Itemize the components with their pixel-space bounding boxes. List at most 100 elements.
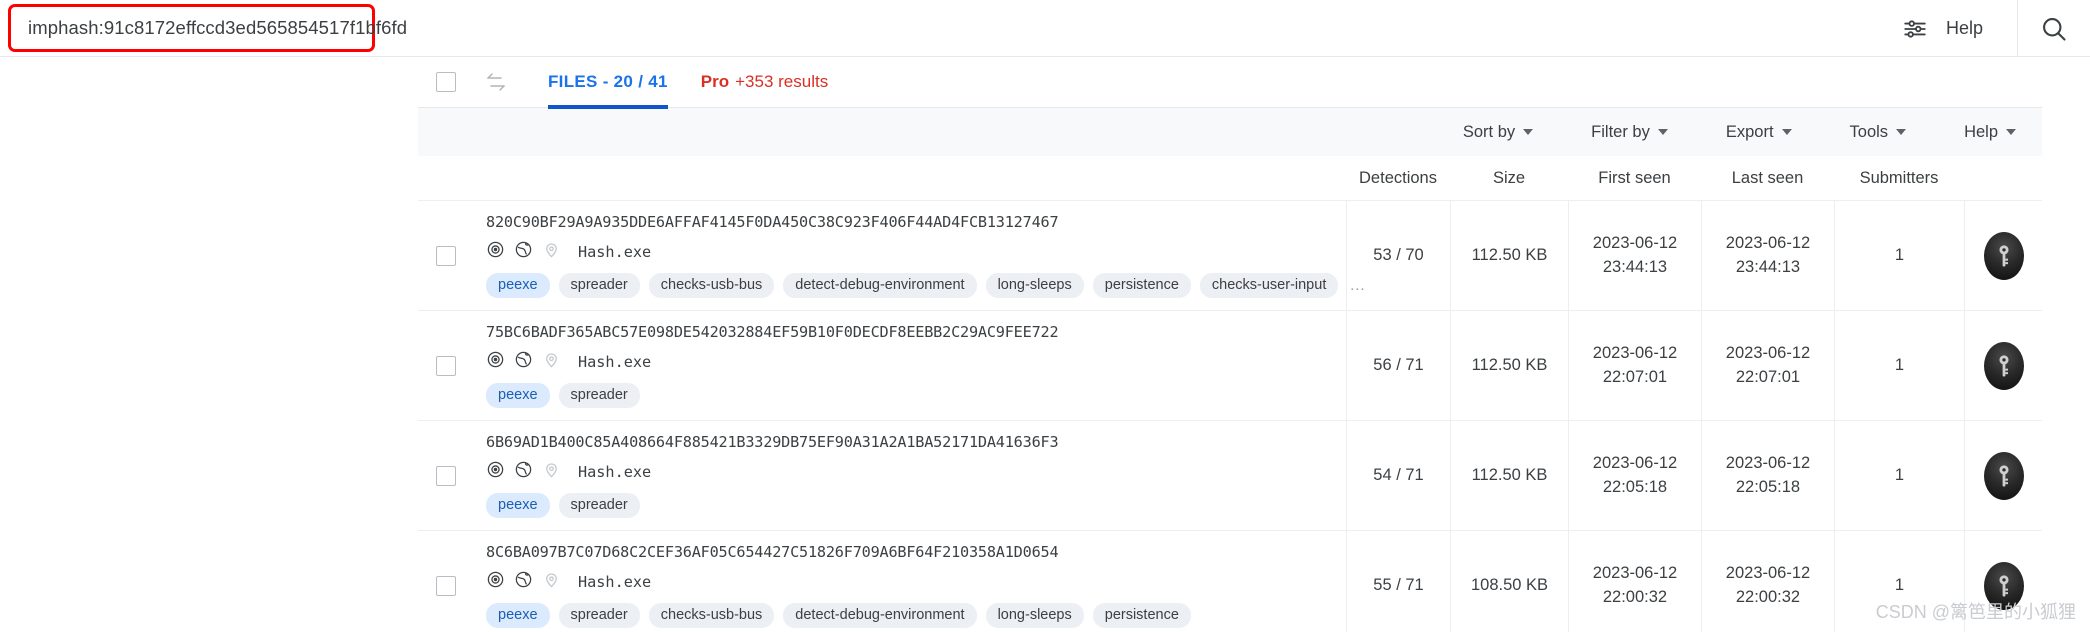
tools-label: Tools xyxy=(1849,122,1889,141)
row-checkbox[interactable] xyxy=(436,465,456,486)
tag-item[interactable]: checks-usb-bus xyxy=(648,603,775,628)
pro-results-count: +353 results xyxy=(735,72,829,91)
tag-item[interactable]: spreader xyxy=(558,493,640,518)
cell-avatar xyxy=(1964,311,2042,420)
tag-item[interactable]: detect-debug-environment xyxy=(783,603,977,628)
first-seen-time: 22:00:32 xyxy=(1602,587,1668,606)
avatar[interactable] xyxy=(1983,231,2024,280)
tag-item[interactable]: checks-user-input xyxy=(1199,273,1339,298)
tag-item[interactable]: peexe xyxy=(486,603,550,628)
tools-menu[interactable]: Tools xyxy=(1850,123,1907,142)
target-icon[interactable] xyxy=(486,460,505,484)
row-checkbox[interactable] xyxy=(436,355,456,376)
row-main-cell: 820C90BF29A9A935DDE6AFFAF4145F0DA450C38C… xyxy=(418,201,1365,310)
file-name[interactable]: Hash.exe xyxy=(578,353,651,371)
target-icon[interactable] xyxy=(486,570,505,594)
row-main-cell: 6B69AD1B400C85A408664F885421B3329DB75EF9… xyxy=(418,421,1346,530)
cell-detections: 56 / 71 xyxy=(1346,311,1450,420)
cell-last-seen: 2023-06-12 22:00:32 xyxy=(1701,531,1834,632)
cell-last-seen: 2023-06-12 22:07:01 xyxy=(1701,311,1834,420)
tab-files[interactable]: FILES - 20 / 41 xyxy=(548,57,668,109)
filter-by-label: Filter by xyxy=(1591,122,1650,141)
target-icon[interactable] xyxy=(486,350,505,374)
tag-list: peexe spreader checks-usb-bus detect-deb… xyxy=(486,603,1346,628)
avatar[interactable] xyxy=(1983,561,2024,610)
last-seen-time: 22:07:01 xyxy=(1735,367,1801,386)
table-row[interactable]: 6B69AD1B400C85A408664F885421B3329DB75EF9… xyxy=(418,421,2042,531)
tag-item[interactable]: detect-debug-environment xyxy=(783,273,977,298)
table-row[interactable]: 75BC6BADF365ABC57E098DE542032884EF59B10F… xyxy=(418,311,2042,421)
file-hash[interactable]: 6B69AD1B400C85A408664F885421B3329DB75EF9… xyxy=(486,433,1346,451)
cell-detections: 53 / 70 xyxy=(1346,201,1450,310)
row-checkbox[interactable] xyxy=(436,575,456,596)
globe-icon[interactable] xyxy=(514,460,533,484)
cell-first-seen: 2023-06-12 22:05:18 xyxy=(1568,421,1701,530)
last-seen-date: 2023-06-12 xyxy=(1725,233,1811,252)
file-name[interactable]: Hash.exe xyxy=(578,573,651,591)
file-hash[interactable]: 8C6BA097B7C07D68C2CEF36AF05C654427C51826… xyxy=(486,543,1346,561)
column-header-detections: Detections xyxy=(1359,168,1437,187)
table-row[interactable]: 820C90BF29A9A935DDE6AFFAF4145F0DA450C38C… xyxy=(418,201,2042,311)
location-pin-icon[interactable] xyxy=(542,240,561,264)
tag-item[interactable]: peexe xyxy=(486,493,550,518)
file-hash[interactable]: 75BC6BADF365ABC57E098DE542032884EF59B10F… xyxy=(486,323,1346,341)
last-seen-time: 23:44:13 xyxy=(1735,257,1801,276)
cell-size: 112.50 KB xyxy=(1450,421,1568,530)
cell-submitters: 1 xyxy=(1834,311,1964,420)
swap-arrows-icon[interactable] xyxy=(484,70,508,94)
avatar[interactable] xyxy=(1983,341,2024,390)
tag-item[interactable]: persistence xyxy=(1092,273,1191,298)
tag-item[interactable]: spreader xyxy=(558,383,640,408)
top-header-bar: imphash:91c8172effccd3ed565854517f1bf6fd… xyxy=(0,0,2090,57)
file-name[interactable]: Hash.exe xyxy=(578,463,651,481)
export-menu[interactable]: Export xyxy=(1726,123,1792,142)
globe-icon[interactable] xyxy=(514,350,533,374)
sort-by-menu[interactable]: Sort by xyxy=(1462,122,1534,142)
first-seen-time: 23:44:13 xyxy=(1602,257,1668,276)
file-name-line: Hash.exe xyxy=(486,570,1346,594)
search-icon[interactable] xyxy=(2018,0,2090,57)
file-hash[interactable]: 820C90BF29A9A935DDE6AFFAF4145F0DA450C38C… xyxy=(486,213,1346,231)
page-root: imphash:91c8172effccd3ed565854517f1bf6fd… xyxy=(0,0,2090,632)
avatar[interactable] xyxy=(1983,451,2024,500)
first-seen-date: 2023-06-12 xyxy=(1592,233,1678,252)
cell-submitters: 1 xyxy=(1834,531,1964,632)
search-query-highlight: imphash:91c8172effccd3ed565854517f1bf6fd xyxy=(8,4,407,52)
tag-item[interactable]: spreader xyxy=(558,273,640,298)
tag-item[interactable]: checks-usb-bus xyxy=(648,273,775,298)
cell-avatar xyxy=(1964,531,2042,632)
tag-list: peexe spreader xyxy=(486,383,1346,408)
table-row[interactable]: 8C6BA097B7C07D68C2CEF36AF05C654427C51826… xyxy=(418,531,2042,632)
row-details: 820C90BF29A9A935DDE6AFFAF4145F0DA450C38C… xyxy=(486,213,1365,298)
sliders-icon[interactable] xyxy=(1898,12,1932,46)
chevron-down-icon xyxy=(2006,129,2016,135)
tag-item[interactable]: peexe xyxy=(486,273,550,298)
export-label: Export xyxy=(1725,122,1774,141)
cell-avatar xyxy=(1964,421,2042,530)
filter-by-menu[interactable]: Filter by xyxy=(1591,123,1668,142)
sort-by-label: Sort by xyxy=(1462,122,1516,141)
tab-pro-results[interactable]: Pro +353 results xyxy=(701,57,828,108)
tag-item[interactable]: persistence xyxy=(1092,603,1191,628)
location-pin-icon[interactable] xyxy=(542,350,561,374)
select-all-checkbox[interactable] xyxy=(436,72,456,92)
location-pin-icon[interactable] xyxy=(542,460,561,484)
tag-item[interactable]: long-sleeps xyxy=(985,603,1084,628)
header-help-link[interactable]: Help xyxy=(1946,18,1983,39)
tag-item[interactable]: long-sleeps xyxy=(985,273,1084,298)
globe-icon[interactable] xyxy=(514,570,533,594)
cell-last-seen: 2023-06-12 22:05:18 xyxy=(1701,421,1834,530)
location-pin-icon[interactable] xyxy=(542,570,561,594)
target-icon[interactable] xyxy=(486,240,505,264)
tag-item[interactable]: spreader xyxy=(558,603,640,628)
chevron-down-icon xyxy=(1523,129,1534,135)
first-seen-date: 2023-06-12 xyxy=(1592,343,1678,362)
toolbar-help-menu[interactable]: Help xyxy=(1964,123,2016,142)
file-name[interactable]: Hash.exe xyxy=(578,243,651,261)
column-header-first-seen: First seen xyxy=(1598,168,1671,187)
tag-item[interactable]: peexe xyxy=(486,383,550,408)
globe-icon[interactable] xyxy=(514,240,533,264)
search-input[interactable]: imphash:91c8172effccd3ed565854517f1bf6fd xyxy=(28,17,407,39)
cell-first-seen: 2023-06-12 22:00:32 xyxy=(1568,531,1701,632)
row-checkbox[interactable] xyxy=(436,245,456,266)
